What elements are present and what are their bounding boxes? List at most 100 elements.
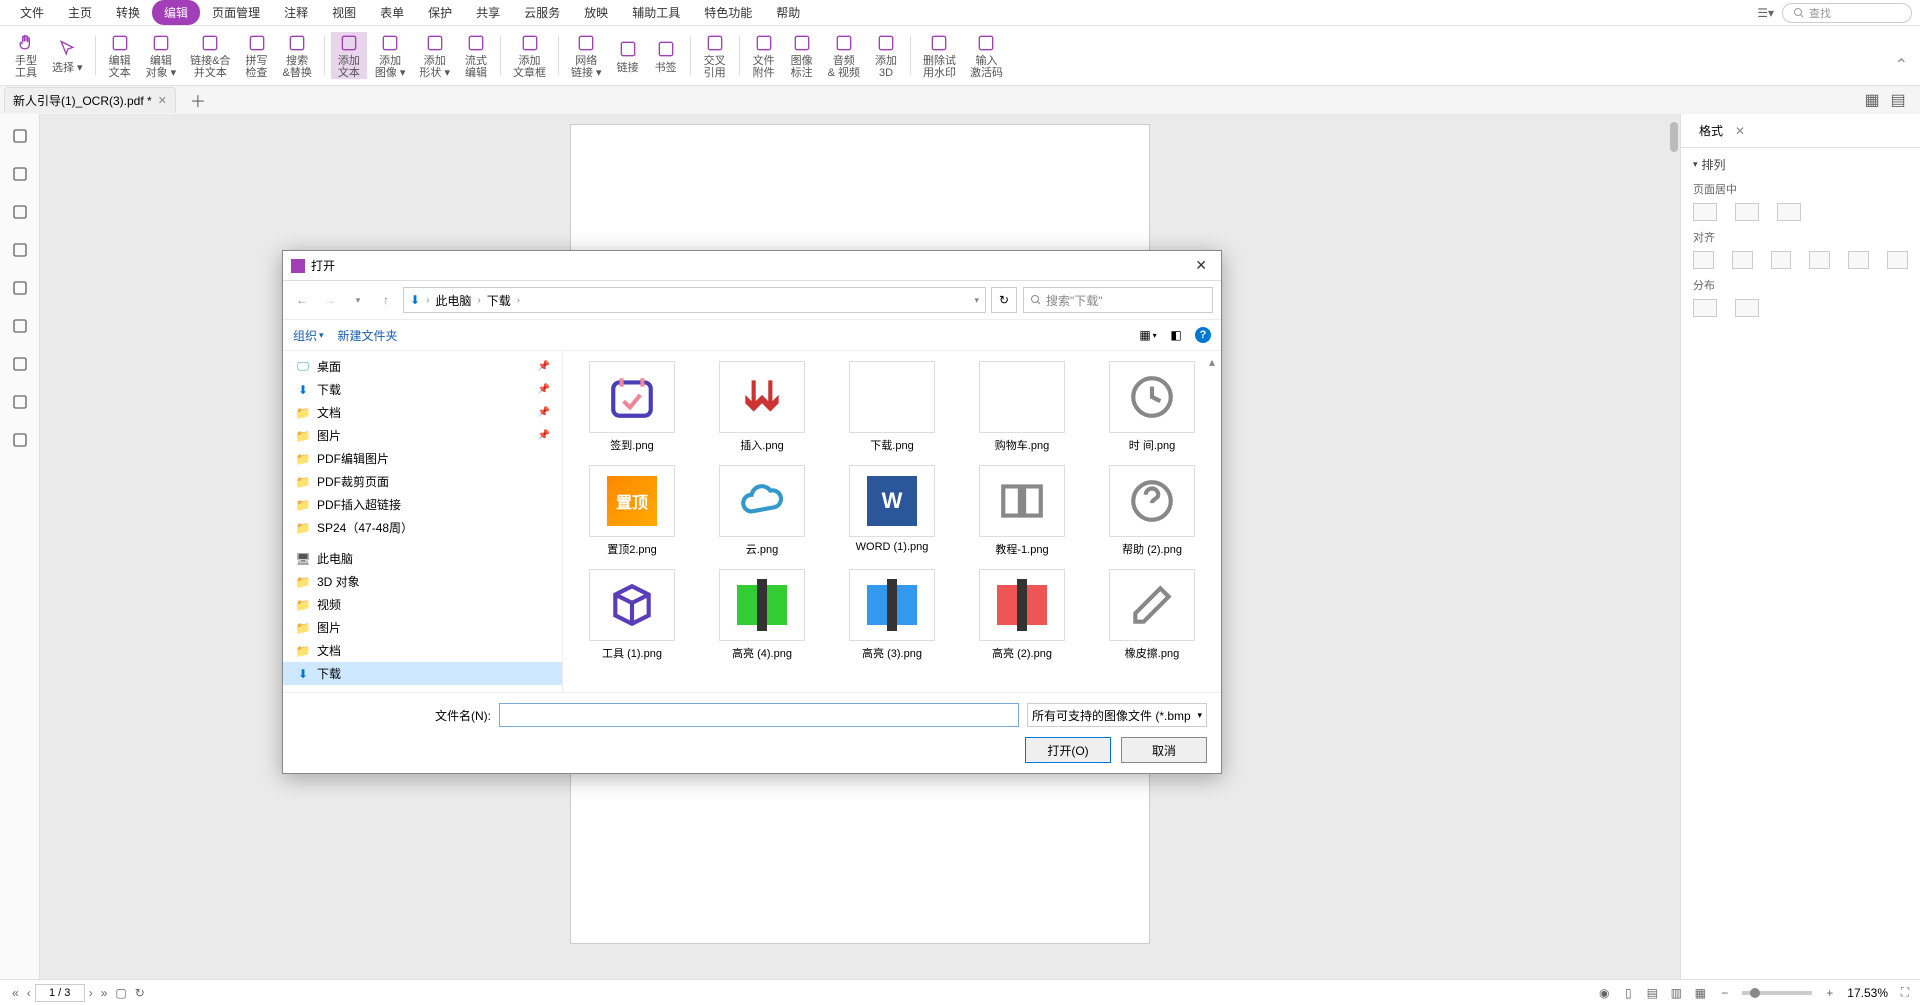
pages-icon[interactable]: [10, 164, 30, 184]
center-both-icon[interactable]: [1777, 203, 1801, 221]
file-item-10[interactable]: 工具 (1).png: [569, 565, 695, 665]
align-right-icon[interactable]: [1771, 251, 1792, 269]
distribute-v-icon[interactable]: [1735, 299, 1759, 317]
folder-tree[interactable]: 🖵桌面📌⬇下载📌📁文档📌📁图片📌📁PDF编辑图片📁PDF裁剪页面📁PDF插入超链…: [283, 351, 563, 692]
menu-item-7[interactable]: 表单: [368, 0, 416, 25]
menu-item-11[interactable]: 放映: [572, 0, 620, 25]
zoom-value[interactable]: 17.53%: [1847, 986, 1888, 1000]
fullscreen-icon[interactable]: ⛶: [1898, 986, 1912, 1000]
tree-item-3[interactable]: 📁图片📌: [283, 424, 562, 447]
cancel-button[interactable]: 取消: [1121, 737, 1207, 763]
preview-pane-icon[interactable]: ◧: [1167, 326, 1185, 344]
tree-item-7[interactable]: 📁SP24（47-48周）: [283, 516, 562, 539]
path-segment-root[interactable]: 此电脑: [435, 292, 471, 309]
ribbon-img-annot[interactable]: 图像 标注: [784, 32, 820, 79]
security-icon[interactable]: [10, 316, 30, 336]
file-item-12[interactable]: 高亮 (3).png: [829, 565, 955, 665]
two-continuous-icon[interactable]: ▦: [1693, 986, 1707, 1000]
filename-input[interactable]: [499, 703, 1019, 727]
menu-item-13[interactable]: 特色功能: [692, 0, 764, 25]
ribbon-bookmark[interactable]: 书签: [648, 32, 684, 79]
ribbon-3d[interactable]: 添加 3D: [868, 32, 904, 79]
bookmark-icon[interactable]: [10, 126, 30, 146]
grid-view-icon[interactable]: ▦: [1862, 90, 1882, 110]
file-item-7[interactable]: WWORD (1).png: [829, 461, 955, 561]
tree-item-10[interactable]: 📁视频: [283, 593, 562, 616]
document-tab[interactable]: 新人引导(1)_OCR(3).pdf * ✕: [4, 87, 176, 113]
prev-page-icon[interactable]: ‹: [23, 986, 35, 1000]
center-v-icon[interactable]: [1735, 203, 1759, 221]
menu-item-3[interactable]: 编辑: [152, 0, 200, 25]
ribbon-article[interactable]: 添加 文章框: [507, 32, 552, 79]
align-bottom-icon[interactable]: [1887, 251, 1908, 269]
path-dropdown-icon[interactable]: ▾: [974, 295, 979, 306]
file-item-11[interactable]: 高亮 (4).png: [699, 565, 825, 665]
file-list[interactable]: 签到.png插入.png下载.png购物车.png时 间.png置顶置顶2.pn…: [563, 351, 1221, 692]
ribbon-attach[interactable]: 文件 附件: [746, 32, 782, 79]
bookmark-nav-icon[interactable]: ▢: [111, 986, 130, 1000]
ribbon-collapse-icon[interactable]: ⌃: [1891, 51, 1912, 79]
tree-item-0[interactable]: 🖵桌面📌: [283, 355, 562, 378]
nav-forward-icon[interactable]: →: [319, 289, 341, 311]
eye-icon[interactable]: ◉: [1597, 986, 1611, 1000]
menu-item-6[interactable]: 视图: [320, 0, 368, 25]
zoom-slider[interactable]: [1742, 991, 1812, 995]
nav-back-icon[interactable]: ←: [291, 289, 313, 311]
dialog-close-button[interactable]: ✕: [1189, 257, 1213, 274]
zoom-handle[interactable]: [1750, 988, 1760, 998]
ribbon-hand[interactable]: 手型 工具: [8, 32, 44, 79]
file-item-13[interactable]: 高亮 (2).png: [959, 565, 1085, 665]
menu-item-14[interactable]: 帮助: [764, 0, 812, 25]
path-segment-current[interactable]: 下载: [487, 292, 511, 309]
organize-button[interactable]: 组织▾: [293, 327, 324, 344]
page-number-input[interactable]: [35, 984, 85, 1002]
file-item-5[interactable]: 置顶置顶2.png: [569, 461, 695, 561]
zoom-in-button[interactable]: +: [1822, 986, 1837, 1000]
file-item-9[interactable]: 帮助 (2).png: [1089, 461, 1215, 561]
path-breadcrumb[interactable]: ⬇ › 此电脑 › 下载 › ▾: [403, 287, 986, 313]
file-item-0[interactable]: 签到.png: [569, 357, 695, 457]
file-filter-select[interactable]: 所有可支持的图像文件 (*.bmp ▾: [1027, 703, 1207, 727]
align-top-icon[interactable]: [1809, 251, 1830, 269]
menu-item-12[interactable]: 辅助工具: [620, 0, 692, 25]
distribute-h-icon[interactable]: [1693, 299, 1717, 317]
menu-item-8[interactable]: 保护: [416, 0, 464, 25]
ribbon-edit-obj[interactable]: 编辑 对象 ▾: [140, 32, 183, 79]
menu-item-1[interactable]: 主页: [56, 0, 104, 25]
first-page-icon[interactable]: «: [8, 986, 23, 1000]
menu-item-4[interactable]: 页面管理: [200, 0, 272, 25]
tree-item-11[interactable]: 📁图片: [283, 616, 562, 639]
reflow-icon[interactable]: ↻: [131, 986, 149, 1000]
tree-item-9[interactable]: 📁3D 对象: [283, 570, 562, 593]
panel-section-title[interactable]: ▾排列: [1693, 156, 1908, 173]
file-item-1[interactable]: 插入.png: [699, 357, 825, 457]
tree-item-1[interactable]: ⬇下载📌: [283, 378, 562, 401]
file-item-6[interactable]: 云.png: [699, 461, 825, 561]
ribbon-edit-text[interactable]: 编辑 文本: [102, 32, 138, 79]
align-center-icon[interactable]: [1732, 251, 1753, 269]
menu-item-0[interactable]: 文件: [8, 0, 56, 25]
ribbon-add-shape[interactable]: 添加 形状 ▾: [413, 32, 456, 79]
ribbon-spell[interactable]: 拼写 检查: [239, 32, 275, 79]
dialog-search[interactable]: 搜索"下载": [1023, 287, 1213, 313]
refresh-button[interactable]: ↻: [991, 287, 1017, 313]
ribbon-av[interactable]: 音频 & 视频: [822, 32, 866, 79]
align-middle-icon[interactable]: [1848, 251, 1869, 269]
ribbon-add-text[interactable]: 添加 文本: [331, 32, 367, 79]
nav-up-icon[interactable]: ↑: [375, 289, 397, 311]
ribbon-weblink[interactable]: 网络 链接 ▾: [565, 32, 608, 79]
open-button[interactable]: 打开(O): [1025, 737, 1111, 763]
tree-item-13[interactable]: ⬇下载: [283, 662, 562, 685]
ribbon-crossref[interactable]: 交叉 引用: [697, 32, 733, 79]
tree-item-12[interactable]: 📁文档: [283, 639, 562, 662]
file-item-8[interactable]: 教程-1.png: [959, 461, 1085, 561]
ribbon-mode-icon[interactable]: ☰▾: [1757, 6, 1774, 20]
tree-item-6[interactable]: 📁PDF插入超链接: [283, 493, 562, 516]
ribbon-link2[interactable]: 链接: [610, 32, 646, 79]
ribbon-watermark[interactable]: 删除试 用水印: [917, 32, 962, 79]
share-icon[interactable]: [10, 430, 30, 450]
menu-item-5[interactable]: 注释: [272, 0, 320, 25]
close-tab-icon[interactable]: ✕: [158, 94, 167, 107]
panel-close-icon[interactable]: ✕: [1735, 124, 1745, 138]
menu-item-10[interactable]: 云服务: [512, 0, 572, 25]
